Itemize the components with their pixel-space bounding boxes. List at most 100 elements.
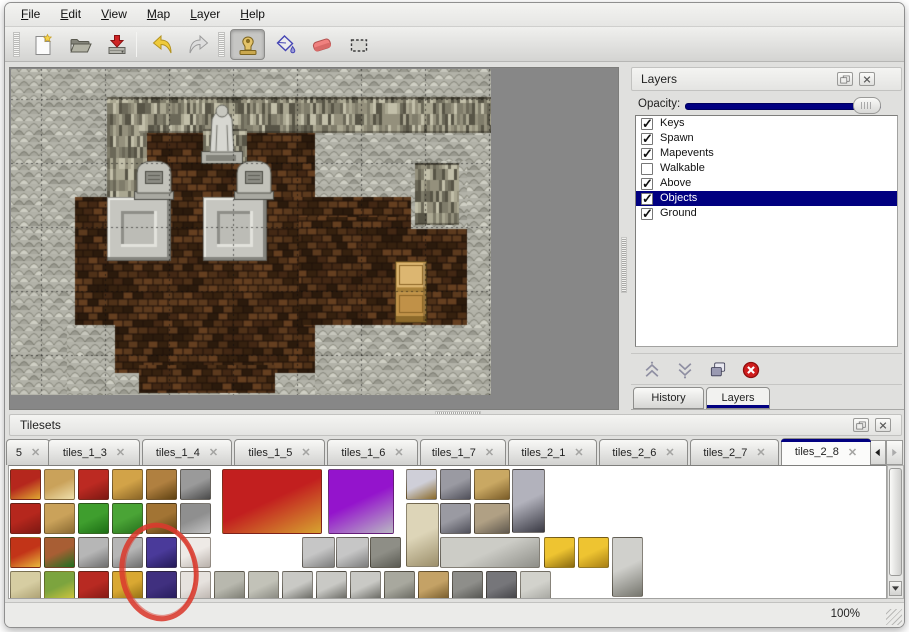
tileset-content[interactable] <box>8 465 887 599</box>
layer-visibility-checkbox[interactable]: ✓ <box>641 208 653 220</box>
close-panel-button[interactable] <box>859 72 875 86</box>
tile-rock-pile-b[interactable] <box>248 571 279 599</box>
fill-tool-button[interactable] <box>267 29 302 60</box>
tab-close-icon[interactable]: ✕ <box>574 446 583 459</box>
layer-row-objects[interactable]: ✓Objects <box>636 191 897 206</box>
tile-rock-pile-a[interactable] <box>214 571 245 599</box>
tile-white-bed-top[interactable] <box>180 537 211 568</box>
tileset-tab-tiles_1_7[interactable]: tiles_1_7✕ <box>420 439 506 465</box>
tileset-tab-tiles_1_4[interactable]: tiles_1_4✕ <box>142 439 232 465</box>
save-file-button[interactable] <box>99 29 134 60</box>
tile-red-banner-top[interactable] <box>10 469 41 500</box>
tile-treasure-pile[interactable] <box>474 503 510 534</box>
opacity-slider[interactable] <box>685 103 881 110</box>
tile-framed-portrait[interactable] <box>406 469 437 500</box>
layer-visibility-checkbox[interactable]: ✓ <box>641 133 653 145</box>
tile-wood-desk[interactable] <box>474 469 510 500</box>
tile-grave-statue-b[interactable] <box>316 571 347 599</box>
tileset-tab-tiles_2_1[interactable]: tiles_2_1✕ <box>508 439 597 465</box>
new-file-button[interactable] <box>25 29 60 60</box>
delete-layer-button[interactable] <box>738 358 764 382</box>
tab-close-icon[interactable]: ✕ <box>301 446 310 459</box>
tab-close-icon[interactable]: ✕ <box>394 446 403 459</box>
tile-gray-drawer-b[interactable] <box>440 503 471 534</box>
tile-pillar-base[interactable] <box>486 571 517 599</box>
undo-button[interactable] <box>144 29 179 60</box>
tile-loom-bottom[interactable] <box>44 503 75 534</box>
tile-light-block[interactable] <box>520 571 551 599</box>
menu-help[interactable]: Help <box>230 3 275 24</box>
tile-gray-drawer-a[interactable] <box>440 469 471 500</box>
float-panel-button[interactable] <box>837 72 853 86</box>
tile-gargoyle-right[interactable] <box>336 537 369 568</box>
tile-red-throne[interactable] <box>222 469 322 534</box>
tileset-tab-tiles_2_6[interactable]: tiles_2_6✕ <box>599 439 688 465</box>
layer-visibility-checkbox[interactable]: ✓ <box>641 148 653 160</box>
tile-stone-barrel[interactable] <box>384 571 415 599</box>
layer-row-keys[interactable]: ✓Keys <box>636 116 897 131</box>
scroll-tabs-left-button[interactable] <box>869 440 886 465</box>
layer-row-walkable[interactable]: Walkable <box>636 161 897 176</box>
tile-gold-pile[interactable] <box>578 537 609 568</box>
tile-parchment[interactable] <box>10 571 41 599</box>
tile-green-banner[interactable] <box>44 571 75 599</box>
open-file-button[interactable] <box>62 29 97 60</box>
map-view[interactable] <box>9 67 619 410</box>
tile-gold-chain[interactable] <box>544 537 575 568</box>
menu-file[interactable]: File <box>11 3 50 24</box>
tile-palm-plant[interactable] <box>78 503 109 534</box>
tileset-tab-5[interactable]: 5✕ <box>6 439 50 465</box>
tile-purple-throne[interactable] <box>328 469 394 534</box>
tab-close-icon[interactable]: ✕ <box>756 446 765 459</box>
tab-close-icon[interactable]: ✕ <box>209 446 218 459</box>
tileset-tab-tiles_1_3[interactable]: tiles_1_3✕ <box>48 439 140 465</box>
close-panel-button[interactable] <box>875 418 891 432</box>
tileset-tab-tiles_2_7[interactable]: tiles_2_7✕ <box>690 439 779 465</box>
toolbar-drag-handle[interactable] <box>13 32 20 57</box>
menu-layer[interactable]: Layer <box>180 3 230 24</box>
tile-bush-plant[interactable] <box>112 503 143 534</box>
redo-button[interactable] <box>181 29 216 60</box>
layer-visibility-checkbox[interactable] <box>641 163 653 175</box>
tile-pillar-top[interactable] <box>452 571 483 599</box>
toolbar-drag-handle[interactable] <box>218 32 225 57</box>
tile-bush-pot[interactable] <box>112 537 143 568</box>
opacity-slider-handle[interactable] <box>853 97 881 114</box>
tile-gargoyle-barrel[interactable] <box>370 537 401 568</box>
tile-bookshelf[interactable] <box>44 537 75 568</box>
tile-purple-door-top[interactable] <box>146 537 177 568</box>
tile-stone-bed-bottom[interactable] <box>180 503 211 534</box>
menu-view[interactable]: View <box>91 3 137 24</box>
float-panel-button[interactable] <box>853 418 869 432</box>
duplicate-layer-button[interactable] <box>705 358 731 382</box>
tile-palm-pot[interactable] <box>78 537 109 568</box>
map-canvas[interactable] <box>11 69 491 395</box>
tile-wood-door-bottom[interactable] <box>146 503 177 534</box>
tab-close-icon[interactable]: ✕ <box>665 446 674 459</box>
tile-wood-shrine[interactable] <box>418 571 449 599</box>
select-tool-button[interactable] <box>341 29 376 60</box>
tab-close-icon[interactable]: ✕ <box>116 446 125 459</box>
tile-grave-statue-a[interactable] <box>282 571 313 599</box>
tile-purple-door-bottom[interactable] <box>146 571 177 599</box>
layer-row-mapevents[interactable]: ✓Mapevents <box>636 146 897 161</box>
menu-map[interactable]: Map <box>137 3 180 24</box>
layer-visibility-checkbox[interactable]: ✓ <box>641 193 653 205</box>
splitter-grip[interactable] <box>621 237 627 293</box>
layer-row-ground[interactable]: ✓Ground <box>636 206 897 221</box>
tile-red-crest-shield[interactable] <box>10 537 41 568</box>
tile-loom-top[interactable] <box>44 469 75 500</box>
tileset-tab-tiles_1_5[interactable]: tiles_1_5✕ <box>234 439 325 465</box>
tile-gold-chair[interactable] <box>112 469 143 500</box>
layer-visibility-checkbox[interactable]: ✓ <box>641 118 653 130</box>
vertical-splitter[interactable] <box>620 67 629 410</box>
scrollbar-down-button[interactable] <box>889 581 902 596</box>
tab-history[interactable]: History <box>633 387 704 409</box>
tab-layers[interactable]: Layers <box>706 387 770 409</box>
tile-obelisk-monument[interactable] <box>406 503 439 567</box>
layer-visibility-checkbox[interactable]: ✓ <box>641 178 653 190</box>
tile-stone-bed-top[interactable] <box>180 469 211 500</box>
tile-red-cushion-2[interactable] <box>78 571 109 599</box>
move-layer-up-button[interactable] <box>639 358 665 382</box>
tab-close-icon[interactable]: ✕ <box>31 446 40 459</box>
